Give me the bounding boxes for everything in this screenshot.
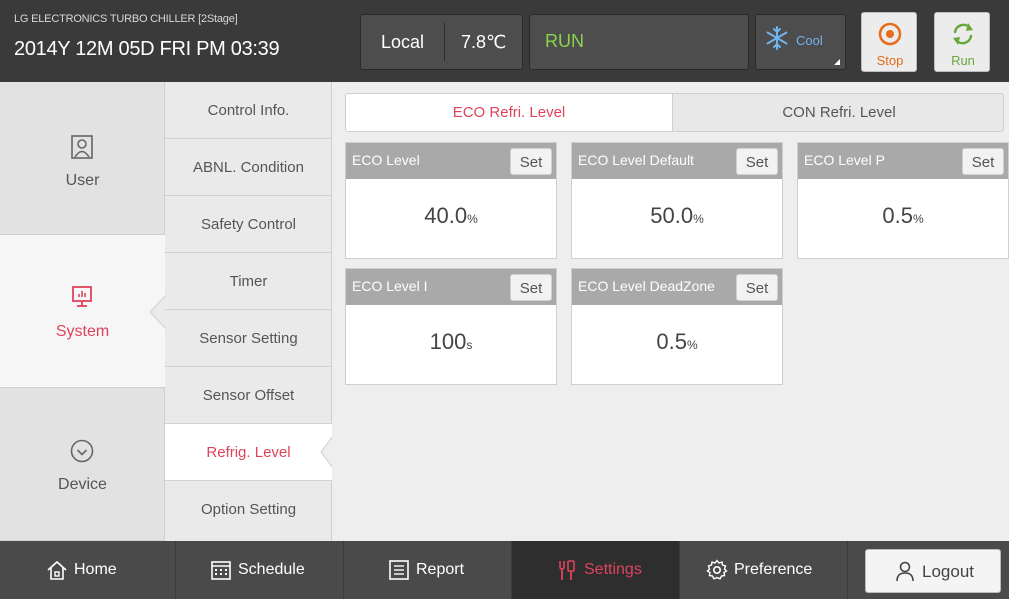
settings-submenu: Control Info. ABNL. Condition Safety Con…: [165, 82, 333, 541]
submenu-refrig-level[interactable]: Refrig. Level: [165, 424, 333, 481]
card-value: 50.0%: [572, 203, 782, 229]
control-location-panel: Local 7.8℃: [360, 14, 523, 70]
stop-button[interactable]: Stop: [861, 12, 917, 72]
card-header: ECO Level Set: [346, 143, 556, 179]
dropdown-corner-icon: [834, 59, 840, 65]
operation-mode-button[interactable]: Cool: [755, 14, 846, 70]
product-title: LG ELECTRONICS TURBO CHILLER [2Stage]: [14, 13, 238, 25]
refresh-icon: [953, 23, 973, 45]
nav-label: Report: [416, 561, 465, 578]
card-value: 100s: [346, 329, 556, 355]
home-icon: [47, 560, 67, 580]
check-circle-icon: [70, 439, 94, 463]
category-label: Device: [58, 476, 107, 493]
set-button[interactable]: Set: [510, 148, 552, 175]
run-button[interactable]: Run: [934, 12, 990, 72]
calendar-icon: [211, 561, 231, 580]
category-system[interactable]: System: [0, 235, 166, 388]
eco-level-card: ECO Level Set 40.0%: [345, 142, 557, 259]
card-title: ECO Level DeadZone: [578, 278, 715, 294]
report-icon: [389, 560, 409, 580]
submenu-safety-control[interactable]: Safety Control: [165, 196, 332, 253]
value-unit: %: [912, 212, 924, 226]
card-value: 0.5%: [798, 203, 1008, 229]
category-user[interactable]: User: [0, 82, 165, 235]
stop-button-label: Stop: [876, 53, 904, 68]
submenu-control-info[interactable]: Control Info.: [165, 82, 332, 139]
nav-schedule[interactable]: Schedule: [176, 541, 344, 599]
divider: [444, 23, 445, 61]
submenu-sensor-setting[interactable]: Sensor Setting: [165, 310, 332, 367]
nav-label: Preference: [734, 561, 813, 578]
card-title: ECO Level P: [804, 152, 885, 168]
set-button[interactable]: Set: [510, 274, 552, 301]
value-number: 100: [429, 329, 467, 354]
category-label: User: [65, 172, 100, 189]
set-button[interactable]: Set: [736, 274, 778, 301]
value-number: 0.5: [882, 203, 913, 228]
category-device[interactable]: Device: [0, 388, 165, 541]
card-value: 0.5%: [572, 329, 782, 355]
category-sidebar: User System Device: [0, 82, 166, 541]
card-title: ECO Level: [352, 152, 420, 168]
nav-label: Home: [74, 561, 117, 578]
value-unit: %: [467, 212, 478, 226]
run-status-text: RUN: [545, 31, 584, 51]
monitor-icon: [72, 286, 92, 307]
run-button-label: Run: [951, 53, 975, 68]
category-label: System: [55, 323, 110, 340]
nav-settings[interactable]: Settings: [512, 541, 680, 599]
header-bar: LG ELECTRONICS TURBO CHILLER [2Stage] 20…: [0, 0, 1009, 82]
set-button[interactable]: Set: [962, 148, 1004, 175]
run-status-panel: RUN: [529, 14, 749, 70]
selection-indicator: [149, 295, 166, 329]
card-title: ECO Level Default: [578, 152, 694, 168]
set-button[interactable]: Set: [736, 148, 778, 175]
card-header: ECO Level I Set: [346, 269, 556, 305]
eco-level-deadzone-card: ECO Level DeadZone Set 0.5%: [571, 268, 783, 385]
submenu-label: Refrig. Level: [206, 444, 291, 461]
card-value: 40.0%: [346, 203, 556, 229]
value-number: 50.0: [650, 203, 694, 228]
logout-button[interactable]: Logout: [865, 549, 1001, 593]
submenu-sensor-offset[interactable]: Sensor Offset: [165, 367, 332, 424]
control-mode-label: Local: [381, 32, 425, 52]
card-header: ECO Level P Set: [798, 143, 1008, 179]
level-tabs: ECO Refri. Level CON Refri. Level: [345, 93, 1004, 132]
card-title: ECO Level I: [352, 278, 428, 294]
stop-icon: [878, 22, 902, 46]
bottom-nav: Home Schedule Report Settings Preference…: [0, 541, 1009, 599]
value-number: 40.0: [424, 203, 468, 228]
tab-eco-refri-level[interactable]: ECO Refri. Level: [346, 94, 673, 131]
logout-label: Logout: [922, 562, 974, 581]
nav-report[interactable]: Report: [344, 541, 512, 599]
value-unit: s: [466, 338, 473, 352]
submenu-option-setting[interactable]: Option Setting: [165, 481, 332, 538]
main-content: ECO Refri. Level CON Refri. Level ECO Le…: [332, 82, 1009, 541]
current-datetime: 2014Y 12M 05D FRI PM 03:39: [14, 38, 280, 60]
value-number: 0.5: [656, 329, 687, 354]
nav-home[interactable]: Home: [0, 541, 176, 599]
nav-label: Settings: [584, 561, 642, 578]
gear-icon: [706, 559, 728, 580]
value-unit: %: [686, 338, 698, 352]
temperature-readout: 7.8℃: [461, 32, 507, 52]
operation-mode-label: Cool: [796, 33, 823, 48]
eco-level-i-card: ECO Level I Set 100s: [345, 268, 557, 385]
nav-preference[interactable]: Preference: [680, 541, 848, 599]
submenu-abnl-condition[interactable]: ABNL. Condition: [165, 139, 332, 196]
eco-level-default-card: ECO Level Default Set 50.0%: [571, 142, 783, 259]
tab-con-refri-level[interactable]: CON Refri. Level: [674, 94, 1003, 131]
card-header: ECO Level DeadZone Set: [572, 269, 782, 305]
user-logout-icon: [896, 561, 914, 582]
eco-level-p-card: ECO Level P Set 0.5%: [797, 142, 1009, 259]
card-header: ECO Level Default Set: [572, 143, 782, 179]
nav-label: Schedule: [238, 561, 305, 578]
settings-tools-icon: [559, 560, 575, 580]
value-unit: %: [693, 212, 704, 226]
selection-indicator: [320, 436, 333, 468]
snowflake-icon: [766, 26, 788, 50]
submenu-timer[interactable]: Timer: [165, 253, 332, 310]
user-icon: [71, 135, 93, 159]
